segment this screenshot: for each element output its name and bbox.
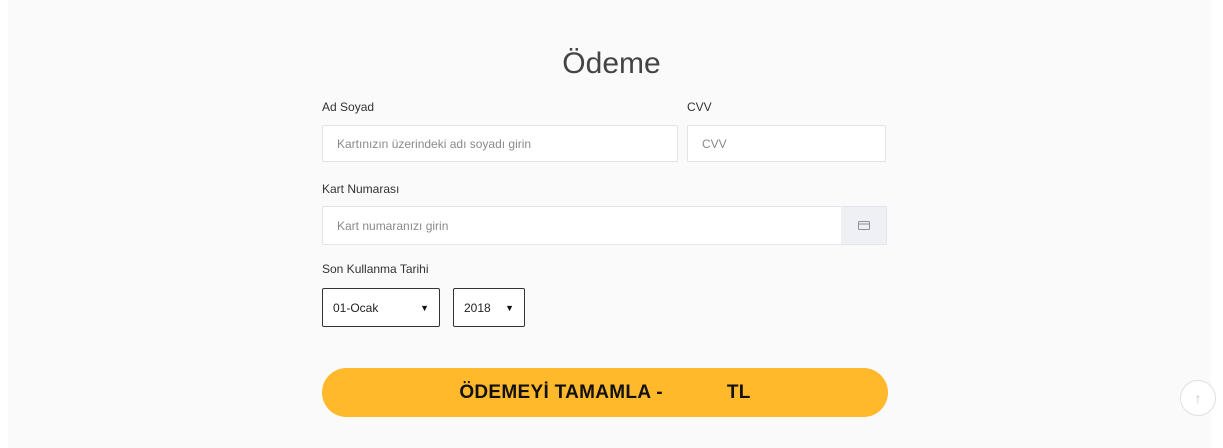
complete-payment-label: ÖDEMEYİ TAMAMLA - <box>459 381 663 403</box>
card-number-label: Kart Numarası <box>322 182 400 196</box>
complete-payment-button[interactable]: ÖDEMEYİ TAMAMLA - TL <box>322 368 888 417</box>
scroll-to-top-button[interactable]: ↑ <box>1180 380 1216 416</box>
expiry-label: Son Kullanma Tarihi <box>322 262 429 276</box>
chevron-down-icon: ▼ <box>420 302 429 313</box>
card-number-input[interactable] <box>322 206 842 245</box>
cvv-label: CVV <box>687 100 712 114</box>
cardholder-name-input[interactable] <box>322 125 678 162</box>
expiry-month-value: 01-Ocak <box>333 300 379 315</box>
credit-card-icon <box>857 221 870 230</box>
card-number-addon <box>841 206 887 245</box>
expiry-year-select[interactable]: 2018 ▼ <box>453 288 525 327</box>
payment-currency: TL <box>726 381 751 403</box>
arrow-up-icon: ↑ <box>1194 390 1202 406</box>
expiry-month-select[interactable]: 01-Ocak ▼ <box>322 288 440 327</box>
expiry-year-value: 2018 <box>464 300 491 315</box>
name-label: Ad Soyad <box>322 100 375 114</box>
cvv-input[interactable] <box>687 125 886 162</box>
page-title: Ödeme <box>562 47 661 81</box>
chevron-down-icon: ▼ <box>505 302 514 313</box>
